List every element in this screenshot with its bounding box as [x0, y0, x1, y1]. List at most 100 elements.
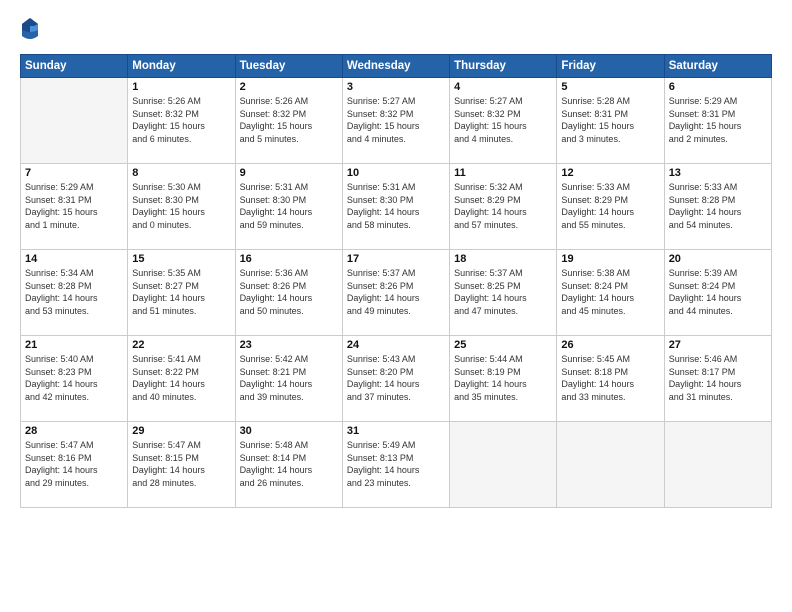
day-info: Sunrise: 5:47 AM Sunset: 8:16 PM Dayligh… [25, 439, 123, 489]
day-info: Sunrise: 5:33 AM Sunset: 8:28 PM Dayligh… [669, 181, 767, 231]
day-cell: 19 Sunrise: 5:38 AM Sunset: 8:24 PM Dayli… [557, 250, 664, 336]
day-info: Sunrise: 5:31 AM Sunset: 8:30 PM Dayligh… [240, 181, 338, 231]
day-info: Sunrise: 5:41 AM Sunset: 8:22 PM Dayligh… [132, 353, 230, 403]
day-cell: 23 Sunrise: 5:42 AM Sunset: 8:21 PM Dayli… [235, 336, 342, 422]
day-cell: 25 Sunrise: 5:44 AM Sunset: 8:19 PM Dayli… [450, 336, 557, 422]
day-cell: 30 Sunrise: 5:48 AM Sunset: 8:14 PM Dayli… [235, 422, 342, 508]
day-info: Sunrise: 5:40 AM Sunset: 8:23 PM Dayligh… [25, 353, 123, 403]
day-info: Sunrise: 5:27 AM Sunset: 8:32 PM Dayligh… [347, 95, 445, 145]
day-number: 4 [454, 81, 552, 93]
day-info: Sunrise: 5:27 AM Sunset: 8:32 PM Dayligh… [454, 95, 552, 145]
col-header-wednesday: Wednesday [342, 55, 449, 78]
day-number: 9 [240, 167, 338, 179]
day-info: Sunrise: 5:29 AM Sunset: 8:31 PM Dayligh… [669, 95, 767, 145]
day-number: 23 [240, 339, 338, 351]
day-info: Sunrise: 5:36 AM Sunset: 8:26 PM Dayligh… [240, 267, 338, 317]
day-cell: 22 Sunrise: 5:41 AM Sunset: 8:22 PM Dayli… [128, 336, 235, 422]
day-number: 12 [561, 167, 659, 179]
day-info: Sunrise: 5:32 AM Sunset: 8:29 PM Dayligh… [454, 181, 552, 231]
day-info: Sunrise: 5:38 AM Sunset: 8:24 PM Dayligh… [561, 267, 659, 317]
day-number: 2 [240, 81, 338, 93]
day-info: Sunrise: 5:39 AM Sunset: 8:24 PM Dayligh… [669, 267, 767, 317]
day-cell: 31 Sunrise: 5:49 AM Sunset: 8:13 PM Dayli… [342, 422, 449, 508]
day-cell: 21 Sunrise: 5:40 AM Sunset: 8:23 PM Dayli… [21, 336, 128, 422]
day-number: 19 [561, 253, 659, 265]
day-cell: 5Sunrise: 5:28 AM Sunset: 8:31 PM Daylig… [557, 78, 664, 164]
day-number: 11 [454, 167, 552, 179]
day-info: Sunrise: 5:35 AM Sunset: 8:27 PM Dayligh… [132, 267, 230, 317]
day-number: 14 [25, 253, 123, 265]
day-number: 15 [132, 253, 230, 265]
day-info: Sunrise: 5:44 AM Sunset: 8:19 PM Dayligh… [454, 353, 552, 403]
week-row-0: 1 Sunrise: 5:26 AM Sunset: 8:32 PM Daylig… [21, 78, 772, 164]
day-info: Sunrise: 5:37 AM Sunset: 8:25 PM Dayligh… [454, 267, 552, 317]
day-info: Sunrise: 5:49 AM Sunset: 8:13 PM Dayligh… [347, 439, 445, 489]
day-info: Sunrise: 5:30 AM Sunset: 8:30 PM Dayligh… [132, 181, 230, 231]
day-cell: 7 Sunrise: 5:29 AM Sunset: 8:31 PM Daylig… [21, 164, 128, 250]
day-cell: 26 Sunrise: 5:45 AM Sunset: 8:18 PM Dayli… [557, 336, 664, 422]
day-number: 8 [132, 167, 230, 179]
col-header-thursday: Thursday [450, 55, 557, 78]
calendar-table: SundayMondayTuesdayWednesdayThursdayFrid… [20, 54, 772, 508]
day-number: 30 [240, 425, 338, 437]
week-row-4: 28 Sunrise: 5:47 AM Sunset: 8:16 PM Dayli… [21, 422, 772, 508]
day-number: 18 [454, 253, 552, 265]
day-cell: 12 Sunrise: 5:33 AM Sunset: 8:29 PM Dayli… [557, 164, 664, 250]
col-header-tuesday: Tuesday [235, 55, 342, 78]
day-number: 22 [132, 339, 230, 351]
day-cell: 8 Sunrise: 5:30 AM Sunset: 8:30 PM Daylig… [128, 164, 235, 250]
day-cell: 3 Sunrise: 5:27 AM Sunset: 8:32 PM Daylig… [342, 78, 449, 164]
day-info: Sunrise: 5:42 AM Sunset: 8:21 PM Dayligh… [240, 353, 338, 403]
day-number: 28 [25, 425, 123, 437]
day-cell: 24 Sunrise: 5:43 AM Sunset: 8:20 PM Dayli… [342, 336, 449, 422]
day-cell: 27 Sunrise: 5:46 AM Sunset: 8:17 PM Dayli… [664, 336, 771, 422]
day-cell: 13 Sunrise: 5:33 AM Sunset: 8:28 PM Dayli… [664, 164, 771, 250]
day-info: Sunrise: 5:26 AM Sunset: 8:32 PM Dayligh… [240, 95, 338, 145]
day-info: Sunrise: 5:45 AM Sunset: 8:18 PM Dayligh… [561, 353, 659, 403]
day-number: 13 [669, 167, 767, 179]
day-info: Sunrise: 5:47 AM Sunset: 8:15 PM Dayligh… [132, 439, 230, 489]
week-row-2: 14Sunrise: 5:34 AM Sunset: 8:28 PM Dayli… [21, 250, 772, 336]
day-cell: 4 Sunrise: 5:27 AM Sunset: 8:32 PM Daylig… [450, 78, 557, 164]
day-number: 16 [240, 253, 338, 265]
day-cell [21, 78, 128, 164]
day-cell [557, 422, 664, 508]
day-cell: 11 Sunrise: 5:32 AM Sunset: 8:29 PM Dayli… [450, 164, 557, 250]
day-info: Sunrise: 5:43 AM Sunset: 8:20 PM Dayligh… [347, 353, 445, 403]
day-info: Sunrise: 5:31 AM Sunset: 8:30 PM Dayligh… [347, 181, 445, 231]
day-cell: 1Sunrise: 5:26 AM Sunset: 8:32 PM Daylig… [128, 78, 235, 164]
day-cell: 9 Sunrise: 5:31 AM Sunset: 8:30 PM Daylig… [235, 164, 342, 250]
day-cell: 28 Sunrise: 5:47 AM Sunset: 8:16 PM Dayli… [21, 422, 128, 508]
day-number: 1 [132, 81, 230, 93]
day-number: 3 [347, 81, 445, 93]
day-cell: 17Sunrise: 5:37 AM Sunset: 8:26 PM Dayli… [342, 250, 449, 336]
day-number: 24 [347, 339, 445, 351]
col-header-monday: Monday [128, 55, 235, 78]
col-header-friday: Friday [557, 55, 664, 78]
day-cell [664, 422, 771, 508]
day-cell: 29Sunrise: 5:47 AM Sunset: 8:15 PM Dayli… [128, 422, 235, 508]
day-cell: 14Sunrise: 5:34 AM Sunset: 8:28 PM Dayli… [21, 250, 128, 336]
day-info: Sunrise: 5:37 AM Sunset: 8:26 PM Dayligh… [347, 267, 445, 317]
day-number: 25 [454, 339, 552, 351]
day-number: 5 [561, 81, 659, 93]
day-cell: 20Sunrise: 5:39 AM Sunset: 8:24 PM Dayli… [664, 250, 771, 336]
header [20, 16, 772, 44]
day-number: 31 [347, 425, 445, 437]
logo [20, 16, 44, 44]
day-info: Sunrise: 5:33 AM Sunset: 8:29 PM Dayligh… [561, 181, 659, 231]
day-cell: 10Sunrise: 5:31 AM Sunset: 8:30 PM Dayli… [342, 164, 449, 250]
day-info: Sunrise: 5:46 AM Sunset: 8:17 PM Dayligh… [669, 353, 767, 403]
day-number: 7 [25, 167, 123, 179]
day-info: Sunrise: 5:48 AM Sunset: 8:14 PM Dayligh… [240, 439, 338, 489]
day-number: 27 [669, 339, 767, 351]
day-number: 26 [561, 339, 659, 351]
day-number: 21 [25, 339, 123, 351]
day-info: Sunrise: 5:29 AM Sunset: 8:31 PM Dayligh… [25, 181, 123, 231]
day-cell [450, 422, 557, 508]
page: SundayMondayTuesdayWednesdayThursdayFrid… [0, 0, 792, 612]
col-header-saturday: Saturday [664, 55, 771, 78]
header-row: SundayMondayTuesdayWednesdayThursdayFrid… [21, 55, 772, 78]
week-row-3: 21 Sunrise: 5:40 AM Sunset: 8:23 PM Dayli… [21, 336, 772, 422]
week-row-1: 7 Sunrise: 5:29 AM Sunset: 8:31 PM Daylig… [21, 164, 772, 250]
